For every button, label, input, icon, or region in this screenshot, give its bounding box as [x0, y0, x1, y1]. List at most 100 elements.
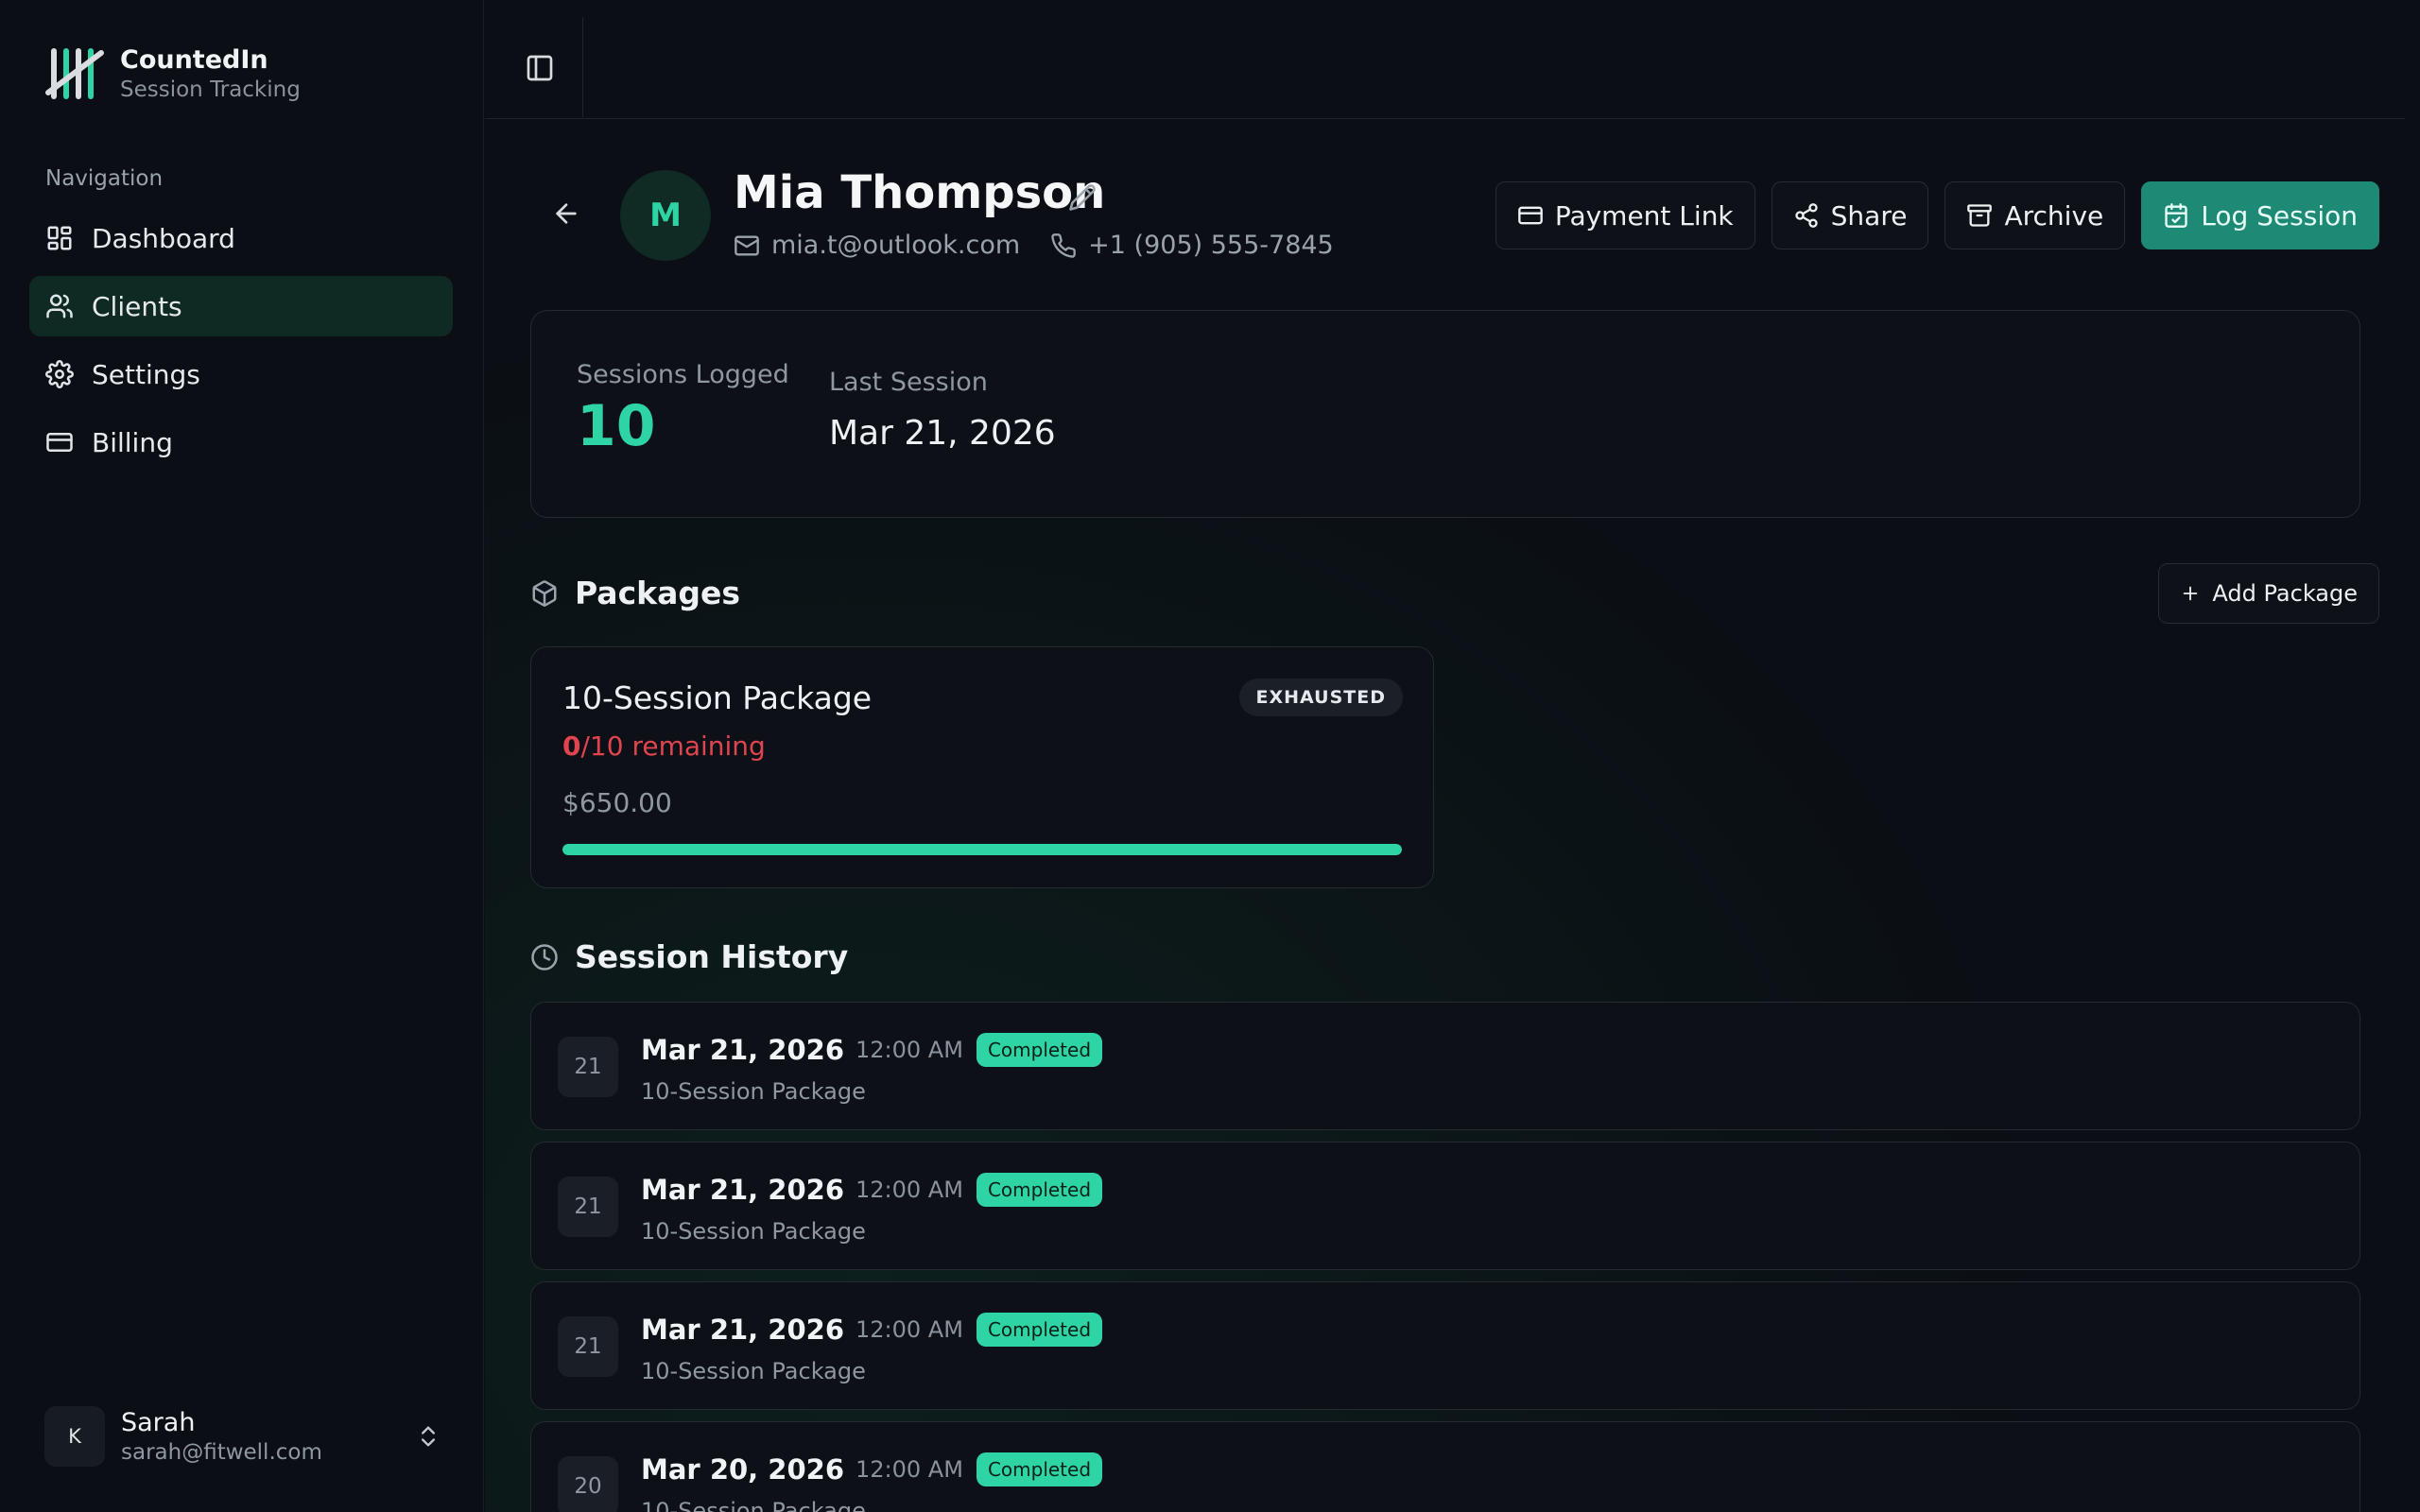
session-date: Mar 21, 2026 [641, 1174, 845, 1206]
credit-card-icon [1517, 206, 1543, 225]
client-contact: mia.t@outlook.com +1 (905) 555-7845 [734, 231, 1334, 260]
user-email: sarah@fitwell.com [121, 1439, 322, 1465]
status-badge: Completed [976, 1173, 1103, 1207]
user-menu[interactable]: K Sarah sarah@fitwell.com [44, 1405, 441, 1468]
share-button[interactable]: Share [1771, 181, 1929, 249]
share-label: Share [1830, 199, 1908, 232]
session-day: 21 [558, 1177, 618, 1237]
user-avatar: K [44, 1406, 105, 1467]
session-time: 12:00 AM [856, 1316, 963, 1343]
brand-subtitle: Session Tracking [120, 77, 301, 103]
archive-button[interactable]: Archive [1945, 181, 2126, 249]
package-card[interactable]: 10-Session Package EXHAUSTED 0/10 remain… [530, 646, 1434, 888]
session-date: Mar 20, 2026 [641, 1453, 845, 1486]
client-email[interactable]: mia.t@outlook.com [771, 231, 1020, 260]
last-session-stat: Last Session Mar 21, 2026 [829, 368, 1056, 453]
session-day: 21 [558, 1037, 618, 1097]
last-session-value: Mar 21, 2026 [829, 414, 1056, 453]
brand-name: CountedIn [120, 44, 268, 75]
sidebar-item-billing[interactable]: Billing [29, 412, 453, 472]
client-avatar: M [620, 170, 711, 261]
last-session-label: Last Session [829, 368, 988, 397]
package-progress-bar [562, 844, 1402, 855]
packages-title: Packages [575, 575, 740, 611]
credit-card-icon [46, 433, 73, 452]
add-package-button[interactable]: Add Package [2158, 563, 2379, 624]
sessions-logged-stat: Sessions Logged 10 [577, 360, 789, 459]
list-item[interactable]: 21 Mar 21, 2026 12:00 AM Completed 10-Se… [530, 1142, 2360, 1270]
sidebar-item-settings[interactable]: Settings [29, 344, 453, 404]
session-day: 21 [558, 1316, 618, 1377]
remaining-count: 0 [562, 730, 581, 762]
sidebar-item-label: Settings [92, 358, 200, 390]
session-history-header: Session History [530, 938, 848, 975]
session-time: 12:00 AM [856, 1037, 963, 1063]
nav-heading: Navigation [45, 166, 164, 191]
calendar-check-icon [2165, 203, 2187, 228]
session-package: 10-Session Package [641, 1358, 866, 1384]
status-badge: Completed [976, 1452, 1103, 1486]
chevrons-up-down-icon[interactable] [415, 1423, 441, 1450]
topbar-divider [582, 17, 583, 117]
dashboard-icon [47, 226, 72, 250]
sessions-logged-value: 10 [577, 393, 656, 459]
sidebar-item-label: Clients [92, 290, 182, 322]
sessions-logged-label: Sessions Logged [577, 360, 789, 389]
package-price: $650.00 [562, 787, 672, 818]
list-item[interactable]: 21 Mar 21, 2026 12:00 AM Completed 10-Se… [530, 1002, 2360, 1130]
session-day: 20 [558, 1456, 618, 1512]
sidebar: CountedIn Session Tracking Navigation Da… [0, 0, 484, 1512]
package-icon [532, 579, 557, 607]
packages-header: Packages [530, 575, 740, 611]
sidebar-nav: Dashboard Clients Settings Billing [29, 208, 453, 480]
payment-link-button[interactable]: Payment Link [1495, 181, 1755, 249]
main-content: M Mia Thompson mia.t@outlook.com +1 (905… [485, 0, 2405, 1512]
session-package: 10-Session Package [641, 1498, 866, 1512]
add-package-label: Add Package [2212, 580, 2358, 607]
tally-logo-icon [45, 48, 104, 99]
package-progress-fill [562, 844, 1402, 855]
status-badge: EXHAUSTED [1238, 679, 1403, 716]
gear-icon [45, 360, 74, 388]
session-date: Mar 21, 2026 [641, 1314, 845, 1346]
header-actions: Payment Link Share Archive Log Session [1479, 181, 2379, 249]
sidebar-item-clients[interactable]: Clients [29, 276, 453, 336]
session-date: Mar 21, 2026 [641, 1034, 845, 1066]
remaining-total: /10 remaining [580, 730, 766, 762]
session-package: 10-Session Package [641, 1218, 866, 1245]
log-session-label: Log Session [2201, 199, 2358, 232]
sidebar-item-label: Billing [92, 426, 173, 458]
archive-icon [1967, 204, 1993, 227]
session-package: 10-Session Package [641, 1078, 866, 1105]
sidebar-toggle-icon[interactable] [525, 53, 555, 83]
user-name: Sarah [121, 1407, 196, 1437]
list-item[interactable]: 20 Mar 20, 2026 12:00 AM Completed 10-Se… [530, 1421, 2360, 1512]
log-session-button[interactable]: Log Session [2141, 181, 2379, 249]
package-name: 10-Session Package [562, 679, 873, 716]
status-badge: Completed [976, 1033, 1103, 1067]
phone-icon [1051, 232, 1077, 258]
list-item[interactable]: 21 Mar 21, 2026 12:00 AM Completed 10-Se… [530, 1281, 2360, 1410]
stats-card: Sessions Logged 10 Last Session Mar 21, … [530, 310, 2360, 518]
topbar [485, 0, 2405, 119]
payment-link-label: Payment Link [1554, 199, 1734, 232]
session-time: 12:00 AM [856, 1456, 963, 1483]
package-remaining: 0/10 remaining [562, 730, 766, 762]
session-history-title: Session History [575, 938, 849, 975]
pencil-icon[interactable] [1068, 183, 1097, 212]
sidebar-item-dashboard[interactable]: Dashboard [29, 208, 453, 268]
share-icon [1794, 203, 1818, 228]
sidebar-item-label: Dashboard [92, 222, 235, 254]
session-time: 12:00 AM [856, 1177, 963, 1203]
brand[interactable]: CountedIn Session Tracking [44, 43, 301, 106]
status-badge: Completed [976, 1313, 1103, 1347]
users-icon [46, 294, 73, 318]
client-name: Mia Thompson [734, 166, 1106, 219]
back-arrow-icon[interactable] [551, 198, 581, 229]
mail-icon [735, 235, 759, 255]
plus-icon [2184, 586, 2198, 601]
session-history-list: 21 Mar 21, 2026 12:00 AM Completed 10-Se… [530, 1002, 2360, 1512]
client-phone[interactable]: +1 (905) 555-7845 [1088, 231, 1334, 260]
archive-label: Archive [2004, 199, 2104, 232]
clock-icon [531, 943, 558, 971]
